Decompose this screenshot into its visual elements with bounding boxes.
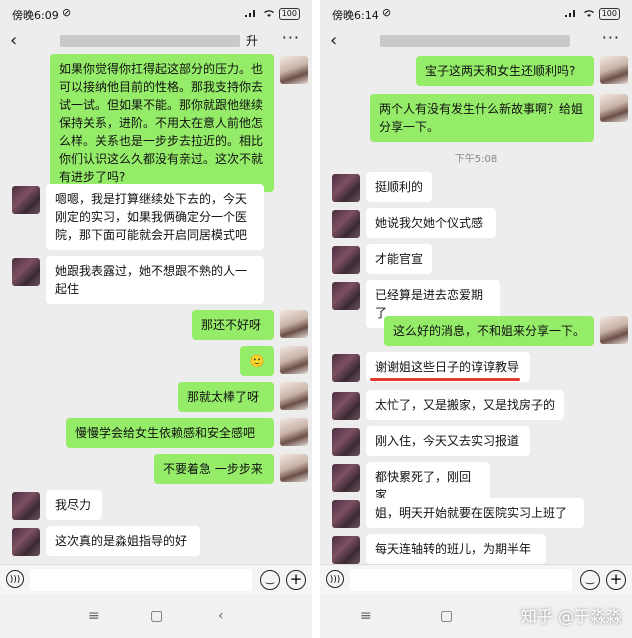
contact-avatar [12, 492, 40, 520]
status-time: 傍晚6:14 [332, 9, 379, 22]
my-message-bubble: 慢慢学会给女生依赖感和安全感吧 [66, 418, 274, 448]
more-dots-icon[interactable]: ··· [282, 28, 300, 47]
battery-icon: 100 [278, 8, 300, 20]
signal-icon [565, 10, 575, 17]
chat-header: ‹ 升 ··· [0, 26, 312, 56]
my-message-bubble: 不要着急 一步步来 [154, 454, 274, 484]
input-bar: ))) ‿ + [320, 564, 632, 595]
my-message-bubble: 两个人有没有发生什么新故事啊？给姐分享一下。 [370, 94, 594, 142]
my-avatar [600, 316, 628, 344]
contact-message-bubble: 太忙了，又是搬家，又是找房子的 [366, 390, 564, 420]
contact-avatar [332, 464, 360, 492]
my-message-bubble: 这么好的消息，不和姐来分享一下。 [384, 316, 594, 346]
input-bar: ))) ‿ + [0, 564, 312, 595]
plus-icon[interactable]: + [606, 570, 626, 590]
contact-avatar [332, 392, 360, 420]
alarm-icon: ⊘ [62, 6, 72, 19]
contact-avatar [332, 354, 360, 382]
contact-message-bubble: 嗯嗯，我是打算继续处下去的，今天刚定的实习，如果我俩确定分一个医院，那下面可能就… [46, 184, 264, 250]
contact-avatar [332, 210, 360, 238]
contact-message-bubble: 每天连轴转的班儿，为期半年 [366, 534, 546, 564]
contact-avatar [332, 174, 360, 202]
contact-name-tail: 升 [246, 34, 259, 48]
message-input[interactable] [350, 569, 572, 591]
my-avatar [280, 382, 308, 410]
contact-message-bubble: 我尽力 [46, 490, 102, 520]
blurred-contact-name [380, 35, 570, 47]
my-avatar [280, 310, 308, 338]
contact-message-bubble: 刚入住，今天又去实习报道 [366, 426, 530, 456]
my-avatar [280, 418, 308, 446]
message-timestamp: 下午5:08 [454, 154, 498, 165]
voice-icon[interactable]: ))) [6, 570, 24, 588]
signal-icon [245, 10, 255, 17]
emoji-message-bubble: 🙂 [240, 346, 274, 376]
alarm-icon: ⊘ [382, 6, 392, 19]
my-message-bubble: 如果你觉得你扛得起这部分的压力。也可以接纳他目前的性格。那我支持你去试一试。但如… [50, 54, 274, 192]
back-arrow-icon[interactable]: ‹ [330, 30, 337, 51]
contact-avatar [332, 500, 360, 528]
battery-icon: 100 [598, 8, 620, 20]
emoji-icon[interactable]: ‿ [580, 570, 600, 590]
contact-message-bubble: 她跟我表露过，她不想跟不熟的人一起住 [46, 256, 264, 304]
message-list: 如果你觉得你扛得起这部分的压力。也可以接纳他目前的性格。那我支持你去试一试。但如… [0, 54, 312, 564]
contact-message-bubble: 挺顺利的 [366, 172, 432, 202]
my-message-bubble: 那就太棒了呀 [178, 382, 274, 412]
message-input[interactable] [30, 569, 252, 591]
contact-avatar [332, 282, 360, 310]
my-message-bubble: 宝子这两天和女生还顺利吗? [416, 56, 594, 86]
voice-icon[interactable]: ))) [326, 570, 344, 588]
my-avatar [280, 346, 308, 374]
home-nav-icon[interactable]: ▢ [440, 608, 453, 624]
blurred-contact-name [60, 35, 240, 47]
system-nav-bar: ≡ ▢ ‹ [0, 596, 312, 638]
contact-avatar [12, 186, 40, 214]
wifi-icon [264, 10, 274, 17]
zhihu-watermark: 知乎 @于淼淼 [520, 607, 622, 626]
emoji-icon[interactable]: ‿ [260, 570, 280, 590]
plus-icon[interactable]: + [286, 570, 306, 590]
contact-avatar [332, 536, 360, 564]
menu-nav-icon[interactable]: ≡ [360, 608, 372, 624]
my-message-bubble: 那还不好呀 [192, 310, 274, 340]
status-bar: 傍晚6:14 ⊘ 100 [320, 0, 632, 26]
right-phone-screen: 傍晚6:14 ⊘ 100 ‹ ··· 宝子这两天和女生还顺利吗? 两个人有没有发… [320, 0, 632, 638]
status-time: 傍晚6:09 [12, 9, 59, 22]
my-avatar [600, 94, 628, 122]
my-avatar [280, 454, 308, 482]
contact-avatar [332, 428, 360, 456]
contact-avatar [12, 528, 40, 556]
contact-avatar [12, 258, 40, 286]
my-avatar [600, 56, 628, 84]
contact-avatar [332, 246, 360, 274]
contact-message-bubble: 这次真的是淼姐指导的好 [46, 526, 200, 556]
contact-message-bubble: 姐，明天开始就要在医院实习上班了 [366, 498, 584, 528]
wifi-icon [584, 10, 594, 17]
home-nav-icon[interactable]: ▢ [150, 608, 163, 624]
menu-nav-icon[interactable]: ≡ [88, 608, 100, 624]
contact-message-bubble: 才能官宣 [366, 244, 432, 274]
red-underline-annotation [370, 378, 520, 381]
more-dots-icon[interactable]: ··· [602, 28, 620, 47]
contact-message-bubble: 她说我欠她个仪式感 [366, 208, 496, 238]
my-avatar [280, 56, 308, 84]
back-arrow-icon[interactable]: ‹ [10, 30, 17, 51]
status-bar: 傍晚6:09 ⊘ 100 [0, 0, 312, 26]
back-nav-icon[interactable]: ‹ [218, 608, 224, 624]
message-list: 宝子这两天和女生还顺利吗? 两个人有没有发生什么新故事啊？给姐分享一下。 下午5… [320, 56, 632, 564]
left-phone-screen: 傍晚6:09 ⊘ 100 ‹ 升 ··· 如果你觉得你扛得起这部分的压力。也可以… [0, 0, 312, 638]
chat-header: ‹ ··· [320, 26, 632, 56]
